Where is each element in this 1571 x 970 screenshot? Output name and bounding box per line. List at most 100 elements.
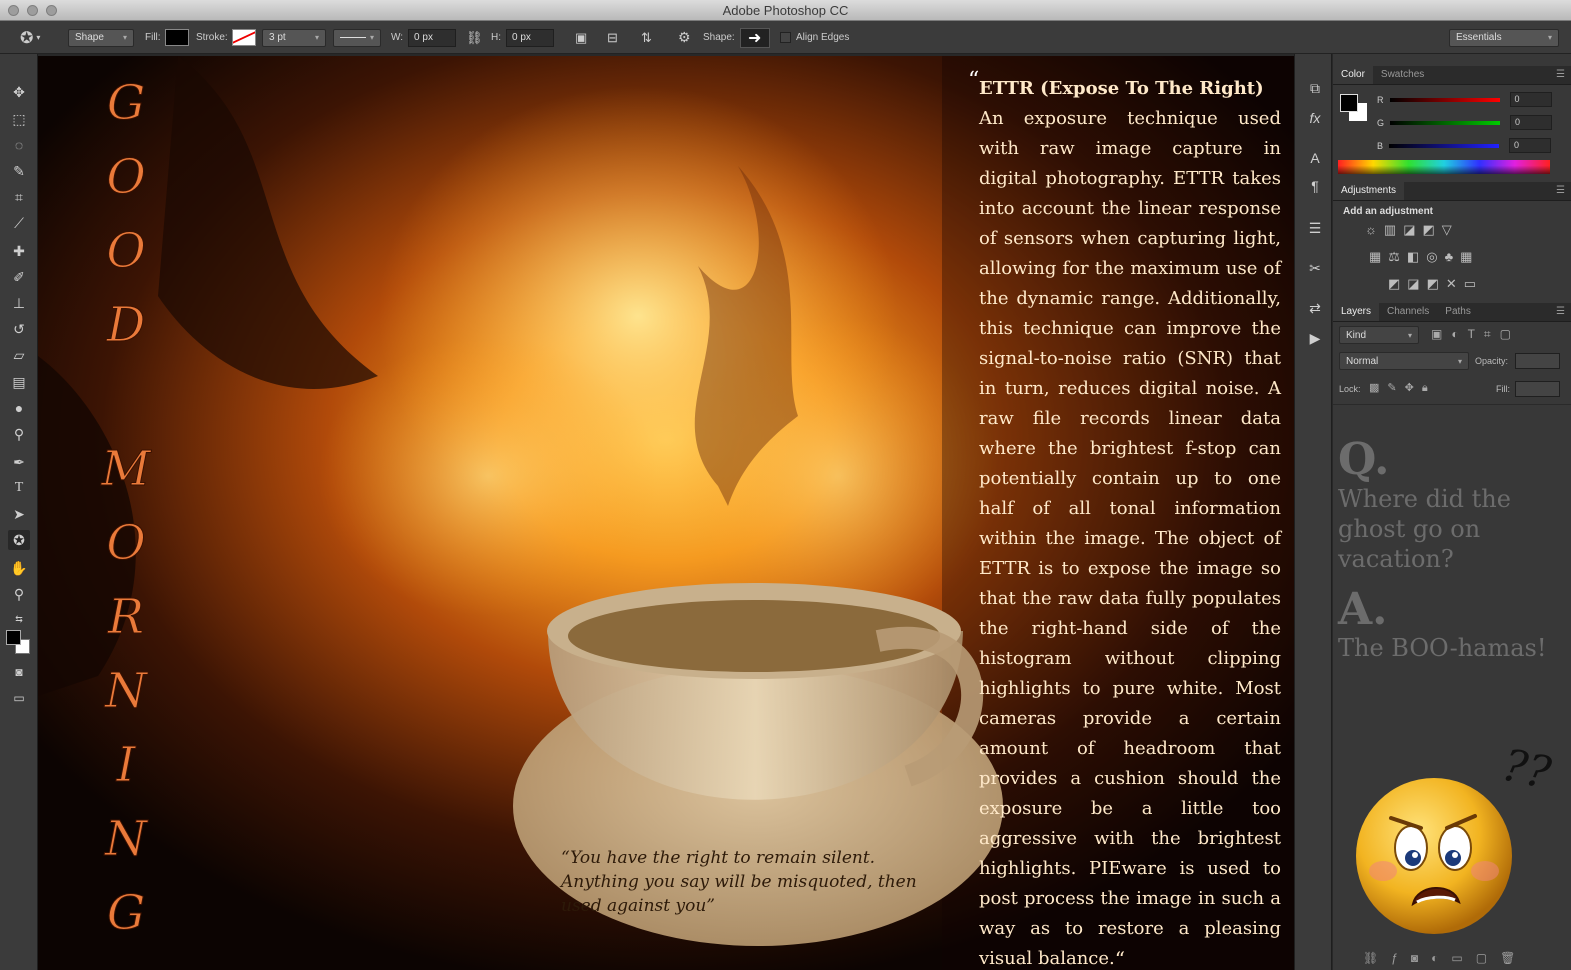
blue-slider[interactable]: B0	[1377, 138, 1552, 153]
stroke-label: Stroke:	[196, 32, 228, 43]
r-label: R	[1377, 94, 1384, 105]
properties-panel-icon[interactable]: ☰	[1305, 218, 1325, 238]
letter: O	[106, 515, 146, 572]
cup-quote: “You have the right to remain silent. An…	[561, 848, 917, 916]
color-fg-swatch[interactable]	[1340, 94, 1358, 112]
joke-answer: The BOO-hamas!	[1338, 634, 1547, 662]
zoom-tool-icon[interactable]: ⚲	[8, 584, 30, 604]
move-tool-icon[interactable]: ✥	[8, 82, 30, 102]
type-tool-icon[interactable]: T	[8, 478, 30, 498]
tab-adjustments[interactable]: Adjustments	[1333, 182, 1405, 200]
paragraph-panel-icon[interactable]: ¶	[1305, 176, 1325, 196]
hand-tool-icon[interactable]: ✋	[8, 558, 30, 578]
tab-color[interactable]: Color	[1333, 66, 1373, 84]
fill-label: Fill:	[1496, 384, 1510, 394]
blend-mode-select[interactable]: Normal	[1339, 352, 1469, 370]
brush-tool-icon[interactable]: ✐	[8, 267, 30, 287]
q-letter: Q.	[1338, 434, 1390, 485]
lasso-tool-icon[interactable]: ◌	[8, 135, 30, 155]
fill-label: Fill:	[145, 32, 161, 43]
tab-swatches[interactable]: Swatches	[1373, 66, 1432, 84]
width-input[interactable]: 0 px	[408, 28, 457, 47]
history-panel-icon[interactable]: ⧉	[1305, 78, 1325, 98]
styles-panel-icon[interactable]: fx	[1305, 108, 1325, 128]
letter-gap	[96, 362, 156, 432]
stroke-type-select[interactable]	[333, 28, 381, 47]
blur-tool-icon[interactable]: ●	[8, 398, 30, 418]
width-label: W:	[391, 32, 404, 43]
article-title: ETTR (Expose To The Right)	[979, 78, 1264, 99]
align-edges-checkbox[interactable]	[780, 32, 791, 43]
article-body: An exposure technique used with raw imag…	[979, 108, 1281, 969]
tab-channels[interactable]: Channels	[1379, 303, 1437, 321]
layer-filter-icons[interactable]: ▣◐T⌗▢	[1431, 327, 1520, 342]
pen-tool-icon[interactable]: ✒	[8, 452, 30, 472]
letter: M	[101, 441, 151, 498]
eyedropper-tool-icon[interactable]: ⟋	[8, 213, 30, 233]
tab-paths[interactable]: Paths	[1437, 303, 1479, 321]
good-morning-vertical-text: G O O D M O R N I N G	[96, 66, 156, 950]
actions-panel-icon[interactable]: ⇄	[1305, 298, 1325, 318]
g-value[interactable]: 0	[1510, 115, 1553, 130]
adjustment-icons-row-1[interactable]: ☼▥◪◩▽	[1365, 222, 1459, 238]
panel-menu-icon[interactable]: ☰	[1556, 306, 1565, 317]
color-spectrum-bar[interactable]	[1338, 160, 1550, 174]
panel-menu-icon[interactable]: ☰	[1556, 185, 1565, 196]
tool-presets-icon[interactable]: ✂	[1305, 258, 1325, 278]
workspace-select[interactable]: Essentials	[1449, 28, 1559, 47]
gear-icon[interactable]: ⚙	[678, 28, 691, 47]
letter: G	[106, 885, 146, 942]
opacity-label: Opacity:	[1475, 356, 1509, 366]
add-adjustment-heading: Add an adjustment	[1343, 206, 1434, 217]
tab-layers[interactable]: Layers	[1333, 303, 1380, 321]
quick-mask-icon[interactable]: ◙	[8, 662, 30, 682]
options-bar: ✪▾ Shape Fill: Stroke: 3 pt W: 0 px ⛓ H:…	[0, 21, 1571, 54]
layer-kind-filter[interactable]: Kind	[1339, 326, 1419, 344]
custom-shape-tool-active-icon[interactable]: ✪	[8, 530, 30, 550]
document-canvas[interactable]: G O O D M O R N I N G “ ETTR (Expose To …	[38, 56, 1294, 970]
layers-footer-icons[interactable]: ⛓ƒ◙◐▭▢🗑︎	[1363, 951, 1528, 965]
arrow-shape-picker-icon[interactable]: ➜	[739, 27, 770, 48]
adjustment-icons-row-3[interactable]: ◩◪◩✕▭	[1388, 276, 1483, 292]
color-panel-tabs: Color Swatches ☰	[1333, 66, 1571, 85]
path-selection-tool-icon[interactable]: ➤	[8, 504, 30, 524]
letter: O	[106, 223, 146, 280]
custom-shape-tool-icon[interactable]: ✪ ▾	[20, 28, 40, 47]
dodge-tool-icon[interactable]: ⚲	[8, 424, 30, 444]
history-brush-tool-icon[interactable]: ↺	[8, 319, 30, 339]
marquee-tool-icon[interactable]: ⬚	[8, 109, 30, 129]
red-slider[interactable]: R0	[1377, 92, 1552, 107]
clone-stamp-tool-icon[interactable]: ⊥	[8, 293, 30, 313]
play-icon[interactable]: ▶	[1305, 328, 1325, 348]
character-panel-icon[interactable]: A	[1305, 148, 1325, 168]
adjustment-icons-row-2[interactable]: ▦⚖◧◎♣▦	[1369, 249, 1479, 265]
fill-swatch[interactable]	[164, 29, 189, 46]
green-slider[interactable]: G0	[1377, 115, 1553, 130]
quick-selection-tool-icon[interactable]: ✎	[8, 161, 30, 181]
path-operations-icon[interactable]: ▣	[575, 28, 587, 47]
b-value[interactable]: 0	[1509, 138, 1552, 153]
tool-mode-select[interactable]: Shape	[68, 28, 134, 47]
eraser-tool-icon[interactable]: ▱	[8, 345, 30, 365]
lock-icons[interactable]: ▩✎✥🔒︎	[1369, 381, 1436, 395]
foreground-color-swatch[interactable]	[6, 630, 21, 645]
path-alignment-icon[interactable]: ⊟	[607, 28, 618, 47]
letter: G	[106, 75, 146, 132]
healing-brush-tool-icon[interactable]: ✚	[8, 241, 30, 261]
swap-colors-icon[interactable]: ⇆	[8, 609, 30, 629]
stroke-width-select[interactable]: 3 pt	[262, 28, 326, 47]
path-arrangement-icon[interactable]: ⇅	[641, 28, 652, 47]
confused-emoji-icon	[1356, 778, 1512, 934]
fill-input[interactable]	[1515, 381, 1560, 397]
crop-tool-icon[interactable]: ⌗	[8, 187, 30, 207]
panel-menu-icon[interactable]: ☰	[1556, 69, 1565, 80]
gradient-tool-icon[interactable]: ▤	[8, 372, 30, 392]
height-input[interactable]: 0 px	[506, 28, 554, 47]
link-icon[interactable]: ⛓	[466, 28, 483, 47]
screen-mode-icon[interactable]: ▭	[8, 688, 30, 708]
r-value[interactable]: 0	[1509, 92, 1552, 107]
stroke-swatch[interactable]	[231, 29, 256, 46]
letter: I	[116, 737, 136, 794]
opacity-input[interactable]	[1515, 353, 1560, 369]
letter: D	[106, 297, 146, 354]
